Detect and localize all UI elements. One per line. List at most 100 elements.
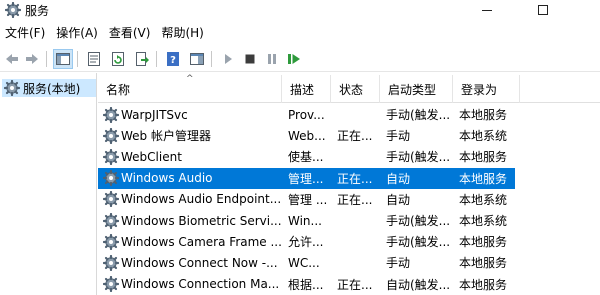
service-description: 根据...: [288, 277, 324, 292]
back-button[interactable]: [2, 49, 22, 69]
service-gear-icon: [103, 148, 119, 165]
column-header-name[interactable]: 名称 ^: [98, 74, 282, 103]
service-description: 管理 ...: [288, 192, 328, 207]
service-logon-as: 本地系统: [459, 192, 508, 207]
title-bar: 服务: [0, 0, 600, 20]
restart-service-button[interactable]: [284, 49, 304, 69]
service-startup-type: 手动(触发...: [386, 214, 451, 228]
svg-text:?: ?: [170, 55, 176, 66]
service-description: Win...: [288, 213, 322, 228]
service-gear-icon: [103, 106, 119, 123]
action-pane-icon: [190, 53, 204, 65]
properties-button[interactable]: [84, 49, 104, 69]
table-row[interactable]: Windows Connection Ma... 根据... 正在... 自动(触发.…: [98, 274, 518, 295]
show-hide-tree-button[interactable]: [53, 49, 73, 69]
service-gear-icon: [103, 276, 119, 293]
menu-bar: 文件(F) 操作(A) 查看(V) 帮助(H): [0, 22, 600, 43]
table-row[interactable]: Windows Camera Frame ... 允许... 手动(触发... 本地服…: [98, 231, 518, 252]
service-description: WC...: [288, 255, 320, 270]
services-list: 名称 ^ 描述 状态 启动类型 登录为 WarpJITSvc Prov... 手动(…: [98, 73, 600, 295]
pause-service-icon: [268, 54, 276, 64]
column-header-name-label: 名称: [106, 82, 131, 97]
column-header-description[interactable]: 描述: [282, 75, 331, 103]
service-startup-type: 手动(触发...: [386, 108, 451, 122]
minimize-icon: [482, 9, 492, 11]
menu-action[interactable]: 操作(A): [51, 24, 104, 41]
column-header-logon-as[interactable]: 登录为: [453, 75, 520, 103]
service-startup-type: 手动(触发...: [386, 235, 451, 250]
service-logon-as: 本地系统: [459, 129, 508, 144]
service-status: [337, 104, 381, 125]
minimize-button[interactable]: [464, 0, 510, 20]
start-service-button[interactable]: [218, 49, 238, 69]
table-row[interactable]: Web 帐户管理器 Web... 正在... 手动 本地系统: [98, 125, 518, 146]
table-row[interactable]: Windows Audio Endpoint... 管理 ... 正在... 自动 本地…: [98, 189, 518, 210]
service-name-cell: WebClient: [103, 146, 281, 167]
service-startup-type: 自动(触发...: [386, 277, 451, 292]
refresh-button[interactable]: [108, 49, 128, 69]
service-status: [337, 210, 381, 231]
table-row[interactable]: WebClient 使基... 手动(触发... 本地服务: [98, 146, 518, 167]
stop-service-icon: [245, 54, 255, 64]
service-startup-type: 自动: [386, 171, 411, 186]
service-name: Windows Connection Ma...: [121, 277, 280, 292]
service-logon-as: 本地服务: [459, 150, 508, 165]
service-gear-icon: [103, 233, 119, 250]
service-name: WebClient: [121, 149, 182, 164]
column-header-status[interactable]: 状态: [331, 75, 380, 103]
help-button[interactable]: ?: [163, 49, 183, 69]
maximize-button[interactable]: [520, 0, 566, 20]
menu-help[interactable]: 帮助(H): [156, 24, 209, 41]
services-gear-icon: [4, 80, 20, 96]
start-service-icon: [225, 54, 232, 64]
toolbar-separator: [211, 51, 212, 67]
service-name: WarpJITSvc: [121, 107, 188, 122]
tree-node-services-local[interactable]: 服务(本地): [2, 79, 96, 97]
column-header-status-label: 状态: [339, 82, 364, 97]
service-description: 管理...: [288, 171, 324, 186]
table-row[interactable]: Windows Audio 管理... 正在... 自动 本地服务: [98, 167, 515, 189]
service-status: 正在...: [337, 129, 373, 144]
column-header-startup-type[interactable]: 启动类型: [380, 75, 453, 103]
menu-view[interactable]: 查看(V): [104, 24, 157, 41]
restart-service-icon: [288, 54, 300, 64]
service-name: Windows Camera Frame ...: [121, 234, 281, 249]
refresh-icon: [112, 52, 124, 66]
forward-button[interactable]: [22, 49, 42, 69]
tree-node-label: 服务(本地): [23, 81, 81, 96]
column-header-startup-type-label: 启动类型: [388, 82, 437, 97]
export-list-button[interactable]: [132, 49, 152, 69]
service-logon-as: 本地服务: [459, 108, 508, 122]
service-gear-icon: [103, 212, 119, 229]
export-list-icon: [136, 52, 149, 66]
list-header: 名称 ^ 描述 状态 启动类型 登录为: [98, 74, 600, 103]
forward-arrow-icon: [26, 54, 38, 64]
service-name-cell: Windows Audio: [103, 168, 281, 189]
maximize-icon: [538, 5, 548, 15]
action-pane-button[interactable]: [187, 49, 207, 69]
toolbar-separator: [156, 51, 157, 67]
service-description: Prov...: [288, 107, 325, 122]
service-status: [337, 146, 381, 167]
table-row[interactable]: WarpJITSvc Prov... 手动(触发... 本地服务: [98, 104, 518, 125]
service-status: 正在...: [337, 192, 373, 207]
table-row[interactable]: Windows Connect Now -... WC... 手动 本地服务: [98, 252, 518, 273]
service-logon-as: 本地服务: [459, 277, 508, 292]
service-name: Windows Connect Now -...: [121, 255, 278, 270]
service-name: Windows Audio Endpoint...: [121, 192, 281, 207]
service-logon-as: 本地系统: [459, 214, 508, 228]
column-header-logon-as-label: 登录为: [461, 82, 498, 97]
pause-service-button[interactable]: [262, 49, 282, 69]
table-row[interactable]: Windows Biometric Servi... Win... 手动(触发...…: [98, 210, 518, 231]
service-description: 允许...: [288, 235, 324, 250]
service-name-cell: Windows Camera Frame ...: [103, 231, 281, 252]
back-arrow-icon: [6, 54, 18, 64]
service-name-cell: Windows Audio Endpoint...: [103, 189, 281, 210]
sort-ascending-icon: ^: [186, 74, 194, 84]
window-title: 服务: [25, 4, 50, 18]
menu-file[interactable]: 文件(F): [0, 24, 51, 41]
service-name-cell: Windows Biometric Servi...: [103, 210, 281, 231]
console-tree: 服务(本地): [0, 73, 97, 295]
stop-service-button[interactable]: [240, 49, 260, 69]
service-gear-icon: [103, 254, 119, 271]
